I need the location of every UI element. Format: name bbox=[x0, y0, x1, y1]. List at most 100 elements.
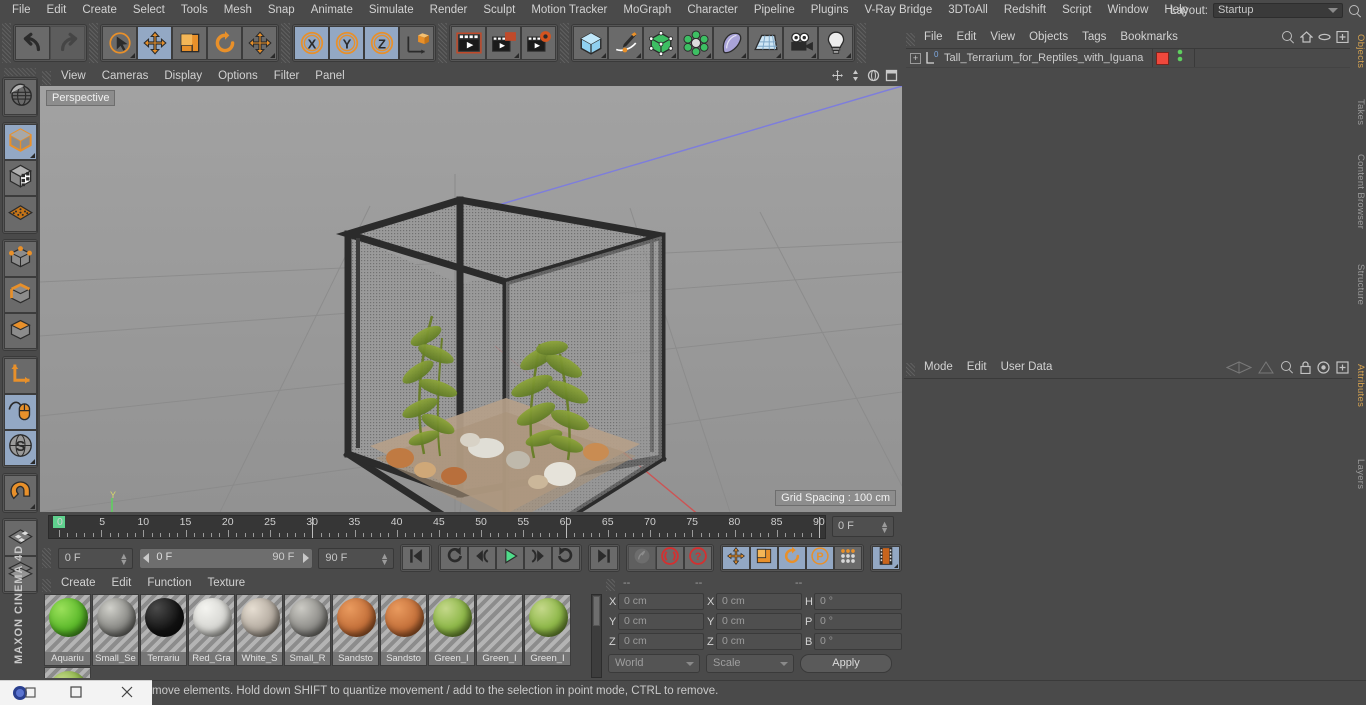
search-icon[interactable] bbox=[1280, 360, 1294, 374]
range-left-arrow-icon[interactable] bbox=[143, 552, 150, 563]
record-rotation-button[interactable] bbox=[778, 546, 806, 570]
material-cell[interactable]: Sandsto bbox=[380, 594, 427, 666]
points-mode-button[interactable] bbox=[4, 241, 37, 277]
lock-x-button[interactable]: X bbox=[294, 26, 329, 60]
tab-attributes[interactable]: Attributes bbox=[1352, 358, 1366, 413]
coord-input-position-1[interactable]: 0 cm bbox=[618, 613, 704, 630]
axis-mode-button[interactable] bbox=[4, 358, 37, 394]
step-forward-button[interactable] bbox=[524, 546, 552, 570]
dropdown-corner-icon[interactable] bbox=[636, 53, 641, 58]
material-cell[interactable]: Green_I bbox=[428, 594, 475, 666]
coord-input-size-2[interactable]: 0 cm bbox=[716, 633, 802, 650]
add-floor-button[interactable] bbox=[748, 26, 783, 60]
go-to-start-button[interactable] bbox=[402, 546, 430, 570]
close-x-icon[interactable] bbox=[101, 686, 152, 701]
dropdown-corner-icon[interactable] bbox=[30, 153, 35, 158]
transform-mode-select[interactable]: Scale bbox=[706, 654, 794, 673]
material-menu-function[interactable]: Function bbox=[139, 574, 199, 593]
dropdown-corner-icon[interactable] bbox=[741, 53, 746, 58]
target-icon[interactable] bbox=[1317, 360, 1330, 374]
move-alt-button[interactable] bbox=[242, 26, 277, 60]
panel-grip[interactable] bbox=[906, 362, 915, 376]
material-cell[interactable]: Aquariu bbox=[44, 594, 91, 666]
menu-item-render[interactable]: Render bbox=[422, 0, 476, 21]
model-mode-button[interactable] bbox=[4, 124, 37, 160]
coord-input-position-2[interactable]: 0 cm bbox=[618, 633, 704, 650]
coord-system-select[interactable]: World bbox=[608, 654, 700, 673]
material-tag[interactable] bbox=[1156, 51, 1169, 65]
plus-box-icon[interactable] bbox=[1336, 360, 1349, 374]
spinner-icon[interactable]: ▲ ▼ bbox=[880, 520, 889, 535]
viewport-menu-cameras[interactable]: Cameras bbox=[94, 66, 157, 86]
object-tree[interactable]: +0 Tall_Terrarium_for_Reptiles_with_Iguan… bbox=[906, 48, 1350, 354]
viewport-menu-panel[interactable]: Panel bbox=[307, 66, 352, 86]
dropdown-corner-icon[interactable] bbox=[811, 53, 816, 58]
material-cell[interactable]: Small_Se bbox=[92, 594, 139, 666]
layout-select[interactable]: Startup bbox=[1213, 3, 1343, 18]
panel-grip[interactable] bbox=[42, 70, 51, 85]
end-frame-field[interactable]: 90 F ▲ ▼ bbox=[318, 547, 394, 569]
dropdown-corner-icon[interactable] bbox=[270, 53, 275, 58]
record-position-button[interactable] bbox=[722, 546, 750, 570]
dropdown-corner-icon[interactable] bbox=[601, 53, 606, 58]
add-environment-button[interactable] bbox=[713, 26, 748, 60]
menu-item-mograph[interactable]: MoGraph bbox=[615, 0, 679, 21]
panel-grip[interactable] bbox=[606, 578, 615, 591]
tab-objects[interactable]: Objects bbox=[1352, 28, 1366, 74]
material-cell[interactable]: Red_Gra bbox=[188, 594, 235, 666]
material-cell[interactable]: White_S bbox=[236, 594, 283, 666]
record-keyframe-button[interactable] bbox=[656, 546, 684, 570]
dropdown-corner-icon[interactable] bbox=[514, 53, 519, 58]
coord-input-size-0[interactable]: 0 cm bbox=[716, 593, 802, 610]
attribute-menu-user-data[interactable]: User Data bbox=[994, 358, 1060, 377]
dropdown-corner-icon[interactable] bbox=[894, 564, 898, 568]
add-light-button[interactable] bbox=[818, 26, 853, 60]
menu-item-character[interactable]: Character bbox=[679, 0, 746, 21]
timeline-frame-field[interactable]: 0 F ▲ ▼ bbox=[832, 516, 894, 537]
viewport-canvas[interactable]: Y Z X Perspective Grid Spacing : 100 cm bbox=[40, 86, 902, 512]
lock-y-button[interactable]: Y bbox=[329, 26, 364, 60]
timeline-ruler[interactable]: 051015202530354045505560657075808590 bbox=[48, 515, 826, 539]
enable-snap-button[interactable] bbox=[4, 394, 37, 430]
expand-toggle[interactable]: + bbox=[910, 52, 921, 64]
menu-item-animate[interactable]: Animate bbox=[303, 0, 361, 21]
scale-tool-button[interactable] bbox=[172, 26, 207, 60]
panel-grip[interactable] bbox=[42, 578, 51, 592]
preview-range-slider[interactable]: 0 F 90 F bbox=[139, 547, 314, 569]
edges-mode-button[interactable] bbox=[4, 277, 37, 313]
add-generator-button[interactable] bbox=[643, 26, 678, 60]
panel-grip[interactable] bbox=[42, 548, 51, 568]
object-menu-bookmarks[interactable]: Bookmarks bbox=[1113, 28, 1185, 47]
dropdown-corner-icon[interactable] bbox=[30, 459, 35, 464]
menu-item-script[interactable]: Script bbox=[1054, 0, 1099, 21]
visibility-dots[interactable] bbox=[1176, 48, 1184, 69]
material-menu-texture[interactable]: Texture bbox=[199, 574, 253, 593]
lock-z-button[interactable]: Z bbox=[364, 26, 399, 60]
coord-input-rotation-1[interactable]: 0 ° bbox=[814, 613, 902, 630]
magnet-button[interactable] bbox=[4, 475, 37, 511]
undo-view-button[interactable] bbox=[4, 79, 37, 115]
material-menu-create[interactable]: Create bbox=[53, 574, 104, 593]
menu-item-create[interactable]: Create bbox=[74, 0, 125, 21]
point-level-anim-button[interactable] bbox=[834, 546, 862, 570]
dropdown-corner-icon[interactable] bbox=[130, 53, 135, 58]
current-frame-field[interactable]: 0 F ▲ ▼ bbox=[57, 547, 134, 569]
play-button[interactable] bbox=[496, 546, 524, 570]
next-key-button[interactable] bbox=[552, 546, 580, 570]
menu-item-motion-tracker[interactable]: Motion Tracker bbox=[523, 0, 615, 21]
ellipse-icon[interactable] bbox=[1318, 31, 1331, 43]
maximize-icon[interactable] bbox=[885, 69, 898, 82]
tab-structure[interactable]: Structure bbox=[1352, 258, 1366, 311]
menu-item-mesh[interactable]: Mesh bbox=[216, 0, 260, 21]
menu-item-redshift[interactable]: Redshift bbox=[996, 0, 1054, 21]
pan-icon[interactable] bbox=[831, 69, 844, 82]
menu-item-simulate[interactable]: Simulate bbox=[361, 0, 422, 21]
material-cell[interactable]: Green_I bbox=[44, 667, 91, 678]
add-spline-button[interactable] bbox=[608, 26, 643, 60]
spinner-icon[interactable]: ▲ ▼ bbox=[380, 551, 389, 566]
menu-item-snap[interactable]: Snap bbox=[260, 0, 303, 21]
object-menu-tags[interactable]: Tags bbox=[1075, 28, 1113, 47]
go-to-end-button[interactable] bbox=[590, 546, 618, 570]
material-cell[interactable]: Green_I bbox=[476, 594, 523, 666]
attribute-menu-mode[interactable]: Mode bbox=[917, 358, 960, 377]
